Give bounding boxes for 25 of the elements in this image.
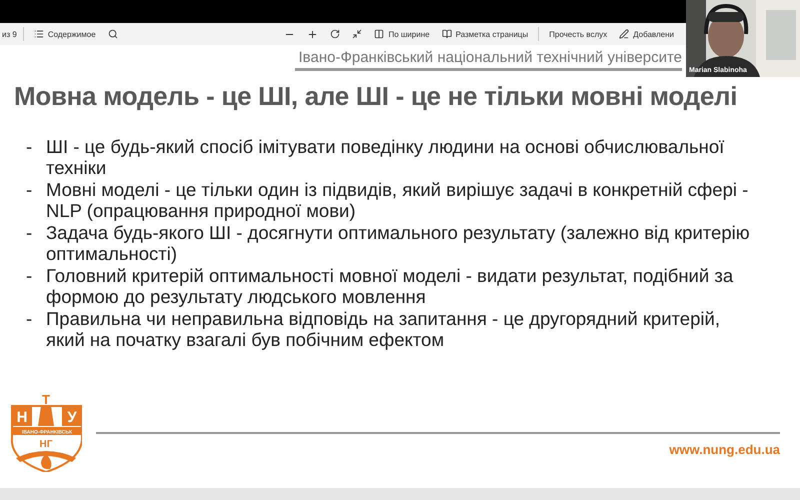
read-aloud-button[interactable]: Прочесть вслух <box>543 24 614 44</box>
minimize-icon <box>352 29 362 39</box>
fit-width-button[interactable]: По ширине <box>368 24 436 44</box>
bullet-text: Задача будь-якого ШІ - досягнути оптимального результату (залежно від критерію оптимальності) <box>46 222 751 264</box>
bullet-text: Мовні моделі - це тільки один із підвидів, який вирішує задачі в конкретній сфері - NLP (опрацювання природної мови) <box>46 179 750 221</box>
bullet-text: Головний критерій оптимальності мовної моделі - видати результат, подібний за формою до результату людського мовлення <box>46 265 734 307</box>
page-count: из 9 <box>1 30 18 38</box>
bullet-dash: - <box>26 179 34 202</box>
bullet-dash: - <box>26 308 34 331</box>
bullet-dash: - <box>26 136 34 159</box>
slide-header: Івано-Франківський національний технічний університе <box>294 49 682 71</box>
columns-icon <box>374 29 384 39</box>
contents-button[interactable]: Содержимое <box>28 24 102 44</box>
rotate-icon <box>330 29 340 39</box>
book-icon <box>442 29 452 39</box>
annotate-button[interactable]: Добавлени <box>613 24 680 44</box>
plus-icon <box>307 28 318 40</box>
pen-icon <box>619 29 630 39</box>
slide-title: Мовна модель - це ШІ, але ШІ - це не тільки мовні моделі <box>13 80 738 112</box>
bullet-dash: - <box>26 265 34 288</box>
bullet-dash: - <box>26 222 34 245</box>
bullet-text: Правильна чи неправильна відповідь на запитання - це другорядний критерій, який на початку взагалі був побічним ефектом <box>46 308 721 350</box>
bullet-text: ШІ - це будь-який спосіб імітувати поведінку людини на основі обчислювальної техніки <box>46 136 726 178</box>
page-layout-button[interactable]: Разметка страницы <box>436 24 534 44</box>
search-icon <box>108 29 118 39</box>
